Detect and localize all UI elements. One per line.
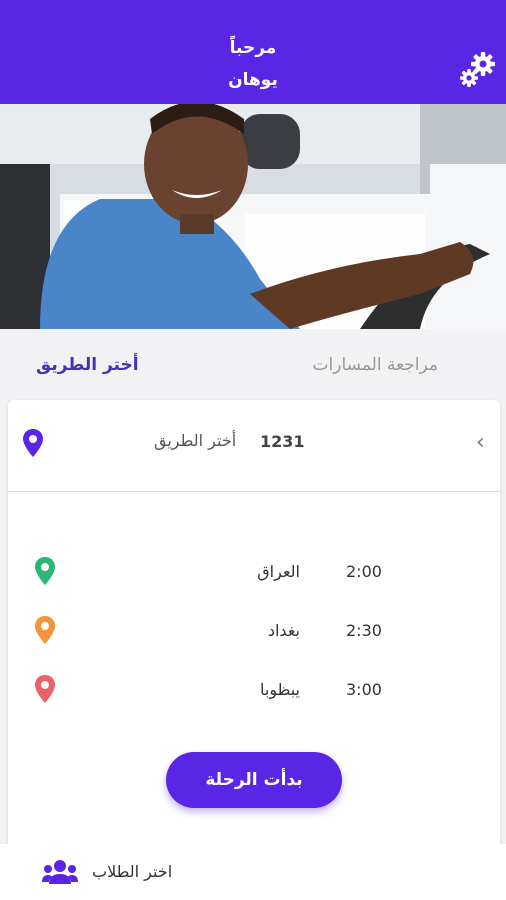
stop-row: 2:00 العراق: [8, 556, 500, 592]
chevron-left-icon[interactable]: ‹: [476, 430, 485, 455]
stop-time: 3:00: [346, 680, 382, 699]
location-pin-icon: [35, 557, 55, 585]
location-pin-icon: [23, 429, 43, 457]
route-selector[interactable]: ‹ 1231 أختر الطريق: [8, 400, 500, 492]
location-pin-icon: [35, 675, 55, 703]
stop-time: 2:30: [346, 621, 382, 640]
tab-bar: مراجعة المسارات أختر الطريق: [0, 329, 506, 399]
stop-time: 2:00: [346, 562, 382, 581]
stop-name: يبظوبا: [260, 680, 300, 699]
gear-icon[interactable]: [458, 50, 498, 88]
users-icon[interactable]: [42, 858, 78, 886]
greeting-text: مرحباً: [229, 38, 277, 58]
username-text: يوهان: [228, 70, 278, 90]
route-number: 1231: [260, 432, 305, 451]
stop-row: 3:00 يبظوبا: [8, 674, 500, 710]
app-header: مرحباً يوهان: [0, 0, 506, 104]
driver-photo: [0, 104, 506, 329]
stop-name: العراق: [257, 562, 300, 581]
bottom-bar[interactable]: اختر الطلاب: [0, 844, 506, 900]
tab-review-routes[interactable]: مراجعة المسارات: [313, 355, 438, 375]
start-trip-button[interactable]: بدأت الرحلة: [166, 752, 342, 808]
choose-students-label[interactable]: اختر الطلاب: [92, 862, 172, 881]
location-pin-icon: [35, 616, 55, 644]
tab-choose-route[interactable]: أختر الطريق: [36, 355, 139, 375]
route-label: أختر الطريق: [154, 431, 237, 450]
stop-row: 2:30 بغداد: [8, 615, 500, 651]
stop-name: بغداد: [267, 621, 300, 640]
route-card: ‹ 1231 أختر الطريق 2:00 العراق 2:30 بغدا…: [8, 400, 500, 870]
